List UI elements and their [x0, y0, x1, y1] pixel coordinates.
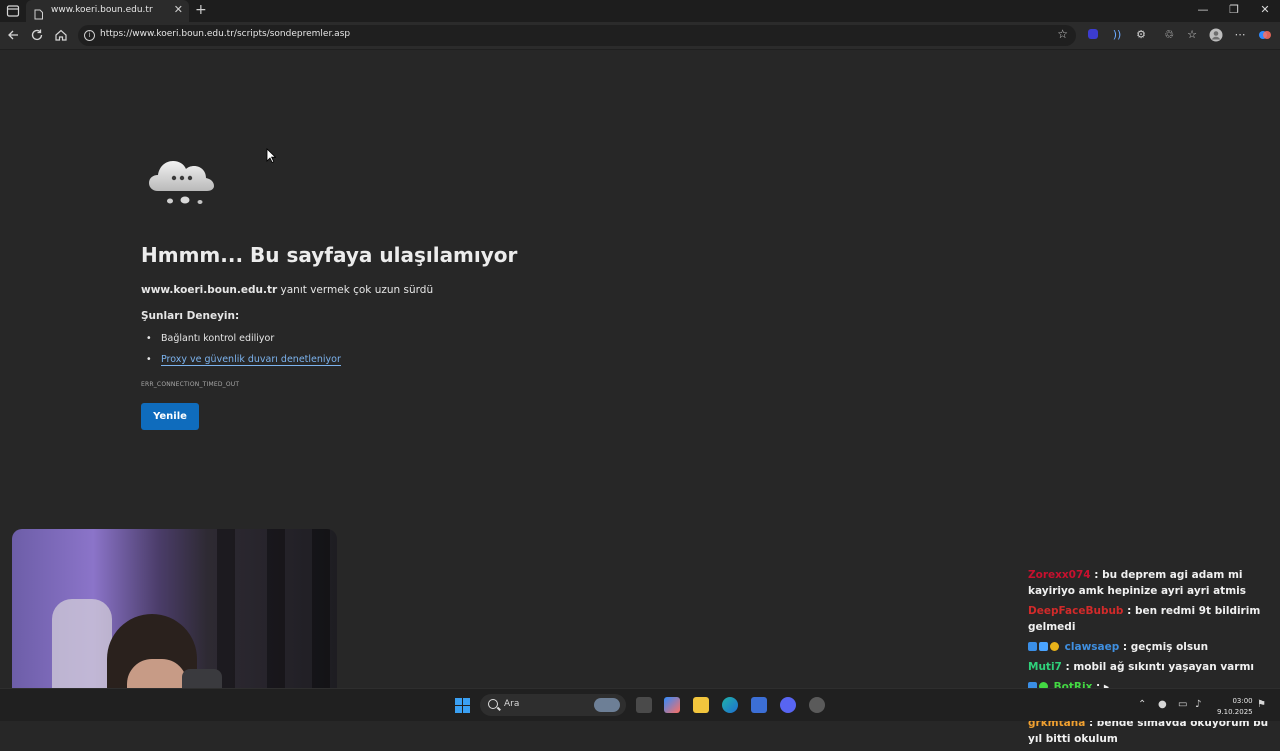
- chat-username: DeepFaceBubub: [1028, 605, 1124, 617]
- chat-text: : geçmiş olsun: [1119, 641, 1209, 653]
- chat-message: Zorexx074 : bu deprem agi adam mi kayiri…: [1024, 567, 1280, 599]
- profile-avatar-icon[interactable]: [1209, 28, 1223, 42]
- minimize-button[interactable]: —: [1196, 4, 1210, 16]
- browser-essentials-icon[interactable]: ♲: [1162, 28, 1176, 42]
- clock-time: 03:00: [1232, 697, 1253, 705]
- address-bar[interactable]: i https://www.koeri.boun.edu.tr/scripts/…: [78, 25, 1076, 46]
- curtain-fold: [312, 529, 330, 713]
- back-icon[interactable]: [6, 28, 20, 42]
- tab-title: www.koeri.boun.edu.tr: [51, 5, 153, 15]
- chat-message: clawsaep : geçmiş olsun: [1024, 639, 1280, 655]
- extensions-icon[interactable]: ⚙: [1134, 28, 1148, 42]
- search-placeholder: Ara: [504, 699, 520, 709]
- steam-icon[interactable]: [809, 697, 825, 713]
- bits-badge-icon: [1050, 642, 1059, 651]
- error-description: www.koeri.boun.edu.tr yanıt vermek çok u…: [141, 284, 433, 296]
- chat-username: clawsaep: [1064, 641, 1120, 653]
- taskbar: Ara ⌃ ● ▭ ♪ 03:00 9.10.2025 ⚑: [0, 688, 1280, 721]
- taskbar-search[interactable]: Ara: [480, 694, 626, 716]
- curtain-fold: [267, 529, 285, 713]
- extension-shield-icon[interactable]: [1086, 28, 1100, 42]
- proxy-firewall-link[interactable]: Proxy ve güvenlik duvarı denetleniyor: [161, 354, 341, 366]
- close-window-button[interactable]: ✕: [1258, 4, 1272, 16]
- error-host: www.koeri.boun.edu.tr: [141, 284, 278, 296]
- chat-username: Muti7: [1028, 661, 1062, 673]
- suggestions-list: Bağlantı kontrol ediliyor Proxy ve güven…: [146, 333, 341, 375]
- error-description-text: yanıt vermek çok uzun sürdü: [277, 284, 434, 296]
- chat-overlay: Zorexx074 : bu deprem agi adam mi kayiri…: [1024, 567, 1280, 751]
- network-icon[interactable]: ▭: [1178, 699, 1187, 710]
- maximize-button[interactable]: ❐: [1227, 4, 1241, 16]
- windows-start-icon[interactable]: [455, 698, 470, 713]
- browser-toolbar: i https://www.koeri.boun.edu.tr/scripts/…: [0, 22, 1280, 50]
- home-icon[interactable]: [54, 28, 68, 42]
- tab-actions-icon[interactable]: [6, 3, 22, 19]
- task-view-icon[interactable]: [636, 697, 652, 713]
- store-icon[interactable]: [751, 697, 767, 713]
- file-explorer-icon[interactable]: [693, 697, 709, 713]
- mouse-cursor-icon: [266, 148, 277, 164]
- try-heading: Şunları Deneyin:: [141, 310, 240, 322]
- copilot-taskbar-icon[interactable]: [664, 697, 680, 713]
- clock[interactable]: 03:00 9.10.2025: [1217, 696, 1253, 718]
- new-tab-button[interactable]: +: [195, 2, 207, 18]
- microphone-icon[interactable]: ●: [1158, 699, 1167, 710]
- clock-date: 9.10.2025: [1217, 708, 1253, 716]
- sub-badge-icon: [1039, 642, 1048, 651]
- more-menu-icon[interactable]: ⋯: [1233, 28, 1247, 42]
- volume-icon[interactable]: ♪: [1195, 699, 1201, 710]
- tray-overflow-icon[interactable]: ⌃: [1138, 699, 1146, 710]
- tab-close-icon[interactable]: ✕: [174, 4, 183, 16]
- chat-message: Muti7 : mobil ağ sıkıntı yaşayan varmı: [1024, 659, 1280, 675]
- reload-button[interactable]: Yenile: [141, 403, 199, 430]
- page-icon: [33, 5, 44, 20]
- tab-active[interactable]: www.koeri.boun.edu.tr ✕: [26, 0, 189, 22]
- chat-message: DeepFaceBubub : ben redmi 9t bildirim ge…: [1024, 603, 1280, 635]
- chat-text: : mobil ağ sıkıntı yaşayan varmı: [1061, 661, 1254, 673]
- edge-icon[interactable]: [722, 697, 738, 713]
- suggestion-check-proxy[interactable]: Proxy ve güvenlik duvarı denetleniyor: [146, 354, 341, 375]
- search-highlight-icon: [594, 698, 620, 712]
- url-text[interactable]: https://www.koeri.boun.edu.tr/scripts/so…: [100, 29, 350, 39]
- prime-badge-icon: [1028, 642, 1037, 651]
- tab-strip: www.koeri.boun.edu.tr ✕ + — ❐ ✕: [0, 0, 1280, 22]
- chat-username: Zorexx074: [1028, 569, 1091, 581]
- search-icon: [488, 699, 498, 709]
- site-info-icon[interactable]: i: [84, 30, 95, 41]
- discord-icon[interactable]: [780, 697, 796, 713]
- read-aloud-icon[interactable]: )): [1110, 28, 1124, 42]
- webcam-overlay: [12, 529, 337, 713]
- suggestion-check-connection: Bağlantı kontrol ediliyor: [146, 333, 341, 354]
- favorites-icon[interactable]: ☆: [1185, 28, 1199, 42]
- notification-bell-icon[interactable]: ⚑: [1257, 699, 1266, 710]
- error-title: Hmmm... Bu sayfaya ulaşılamıyor: [141, 243, 518, 267]
- cloud-error-icon: [148, 153, 220, 209]
- refresh-icon[interactable]: [30, 28, 44, 42]
- copilot-icon[interactable]: [1258, 28, 1272, 42]
- suggestion-text: Bağlantı kontrol ediliyor: [161, 333, 275, 344]
- error-code: ERR_CONNECTION_TIMED_OUT: [141, 381, 240, 388]
- favorite-star-icon[interactable]: ☆: [1057, 27, 1068, 41]
